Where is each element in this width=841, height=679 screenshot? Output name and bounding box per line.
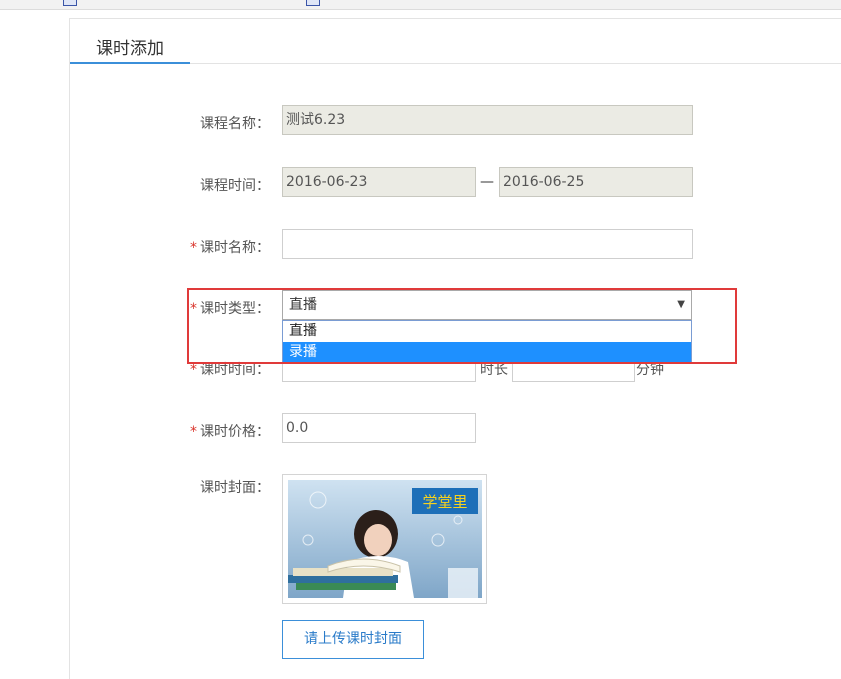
lesson-price-label: * 课时价格： <box>160 421 270 441</box>
lesson-time-label-text: 课时时间： <box>200 362 270 378</box>
lesson-price-input[interactable]: 0.0 <box>282 413 476 443</box>
date-range-separator: — <box>480 174 494 190</box>
lesson-name-label: * 课时名称： <box>160 237 270 257</box>
lesson-name-label-text: 课时名称： <box>200 240 270 256</box>
required-mark: * <box>190 424 197 440</box>
cover-illustration: 学堂里 <box>288 480 482 598</box>
toolbar-icon <box>306 0 320 6</box>
course-end-date-field: 2016-06-25 <box>499 167 693 197</box>
tab-bar: 课时添加 <box>70 19 841 64</box>
annotation-highlight-box <box>187 288 737 364</box>
course-time-label: 课程时间： <box>200 178 270 194</box>
tab-lesson-add[interactable]: 课时添加 <box>70 19 190 64</box>
course-name-field: 测试6.23 <box>282 105 693 135</box>
course-name-label: 课程名称： <box>200 116 270 132</box>
tab-label: 课时添加 <box>96 39 164 59</box>
required-mark: * <box>190 240 197 256</box>
lesson-name-input[interactable] <box>282 229 693 259</box>
lesson-cover-label: 课时封面： <box>200 480 270 496</box>
lesson-price-label-text: 课时价格： <box>200 424 270 440</box>
toolbar-icon <box>63 0 77 6</box>
required-mark: * <box>190 362 197 378</box>
lesson-cover-image: 学堂里 <box>282 474 487 604</box>
course-start-date-field: 2016-06-23 <box>282 167 476 197</box>
upload-cover-button[interactable]: 请上传课时封面 <box>282 620 424 659</box>
logo-text: 学堂里 <box>422 493 467 511</box>
browser-top-strip <box>0 0 841 10</box>
